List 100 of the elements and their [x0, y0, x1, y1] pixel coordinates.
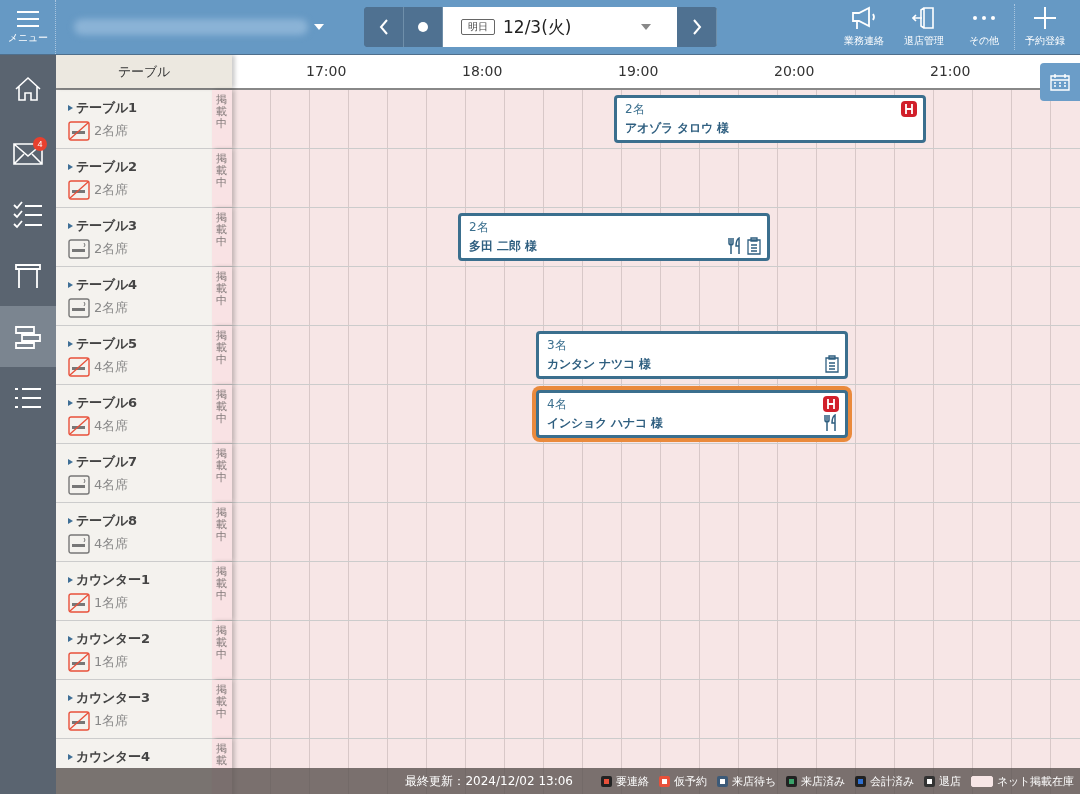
- timeline-icon: [14, 324, 42, 349]
- memo-icon: [747, 237, 761, 255]
- cutlery-icon: [823, 414, 839, 432]
- toolbar-button[interactable]: 業務連絡: [834, 4, 894, 50]
- table-name: カウンター4: [76, 748, 151, 766]
- toolbar-button[interactable]: 予約登録: [1014, 4, 1074, 50]
- seat-count: 1名席: [94, 594, 129, 612]
- unread-badge: 4: [33, 137, 47, 151]
- table-name: テーブル4: [76, 276, 138, 294]
- toolbar-button[interactable]: 退店管理: [894, 4, 954, 50]
- legend-label: 来店済み: [801, 773, 845, 789]
- course-icon: [901, 101, 917, 117]
- seat-count: 2名席: [94, 181, 129, 199]
- chevron-left-icon: [378, 19, 389, 35]
- expand-arrow-icon[interactable]: [68, 400, 73, 406]
- listing-status: 掲載中: [212, 149, 232, 207]
- menu-button[interactable]: メニュー: [0, 0, 56, 54]
- listing-status: 掲載中: [212, 90, 232, 148]
- legend-label: 要連絡: [616, 773, 649, 789]
- mail-icon: [13, 142, 43, 165]
- seat-count: 2名席: [94, 299, 129, 317]
- seat-count: 2名席: [94, 240, 129, 258]
- party-size: 2名: [469, 219, 489, 236]
- expand-arrow-icon[interactable]: [68, 695, 73, 701]
- table-name: カウンター3: [76, 689, 151, 707]
- party-size: 2名: [625, 101, 645, 118]
- seat-count: 1名席: [94, 653, 129, 671]
- party-size: 4名: [547, 396, 567, 413]
- expand-arrow-icon[interactable]: [68, 754, 73, 760]
- date-picker[interactable]: 明日 12/3(火): [443, 7, 677, 47]
- guest-name: アオゾラ タロウ 様: [625, 120, 730, 137]
- listing-status: 掲載中: [212, 680, 232, 738]
- table-name: カウンター2: [76, 630, 151, 648]
- hour-label: 18:00: [462, 63, 503, 79]
- chevron-right-icon: [691, 19, 702, 35]
- course-icon: [823, 396, 839, 412]
- table-name: テーブル8: [76, 512, 138, 530]
- home-icon: [14, 75, 42, 103]
- expand-arrow-icon[interactable]: [68, 282, 73, 288]
- listing-status: 掲載中: [212, 444, 232, 502]
- date-text: 12/3(火): [503, 15, 573, 39]
- sidebar-item[interactable]: [0, 306, 56, 367]
- calendar-icon: [1050, 73, 1070, 91]
- expand-arrow-icon[interactable]: [68, 518, 73, 524]
- toolbar-button[interactable]: その他: [954, 4, 1014, 50]
- list-icon: [14, 385, 42, 410]
- expand-arrow-icon[interactable]: [68, 223, 73, 229]
- expand-arrow-icon[interactable]: [68, 459, 73, 465]
- previous-day-button[interactable]: [364, 7, 404, 47]
- listing-status: 掲載中: [212, 267, 232, 325]
- expand-arrow-icon[interactable]: [68, 636, 73, 642]
- table-name: テーブル3: [76, 217, 138, 235]
- seat-count: 4名席: [94, 476, 129, 494]
- reservation-card[interactable]: 2名 多田 二郎 様: [458, 213, 770, 261]
- seat-count: 4名席: [94, 417, 129, 435]
- exit-door-icon: [912, 6, 936, 30]
- listing-status: 掲載中: [212, 503, 232, 561]
- reservation-card[interactable]: 2名 アオゾラ タロウ 様: [614, 95, 926, 143]
- hour-label: 19:00: [618, 63, 659, 79]
- column-header: テーブル: [56, 55, 232, 88]
- expand-arrow-icon[interactable]: [68, 164, 73, 170]
- seat-count: 4名席: [94, 535, 129, 553]
- sidebar-item[interactable]: 4: [0, 123, 56, 184]
- hour-label: 20:00: [774, 63, 815, 79]
- plus-icon: [1032, 6, 1057, 30]
- expand-arrow-icon[interactable]: [68, 105, 73, 111]
- listing-status: 掲載中: [212, 326, 232, 384]
- dot-icon: [418, 22, 428, 32]
- expand-arrow-icon[interactable]: [68, 341, 73, 347]
- legend-label: 来店待ち: [732, 773, 776, 789]
- last-updated: 最終更新：2024/12/02 13:06: [405, 772, 573, 790]
- listing-status: 掲載中: [212, 621, 232, 679]
- guest-name: 多田 二郎 様: [469, 238, 538, 255]
- listing-status: 掲載中: [212, 208, 232, 266]
- listing-status: 掲載中: [212, 562, 232, 620]
- table-name: テーブル1: [76, 99, 138, 117]
- party-size: 3名: [547, 337, 567, 354]
- legend-label: 退店: [939, 773, 961, 789]
- reservation-card[interactable]: 3名 カンタン ナツコ 様: [536, 331, 848, 379]
- cutlery-icon: [727, 237, 743, 255]
- table-name: テーブル2: [76, 158, 138, 176]
- caret-icon: [641, 24, 651, 30]
- megaphone-icon: [851, 6, 877, 30]
- seat-count: 1名席: [94, 712, 129, 730]
- hour-label: 21:00: [930, 63, 971, 79]
- legend-label: 会計済み: [870, 773, 914, 789]
- legend-label: ネット掲載在庫: [997, 773, 1074, 789]
- hour-label: 17:00: [306, 63, 347, 79]
- more-icon: [972, 16, 996, 20]
- seat-count: 2名席: [94, 122, 129, 140]
- table-name: テーブル7: [76, 453, 138, 471]
- memo-icon: [825, 355, 839, 373]
- guest-name: カンタン ナツコ 様: [547, 356, 652, 373]
- table-name: テーブル5: [76, 335, 138, 353]
- checklist-icon: [13, 200, 43, 229]
- guest-name: インショク ハナコ 様: [547, 415, 664, 432]
- expand-arrow-icon[interactable]: [68, 577, 73, 583]
- day-tag: 明日: [461, 19, 495, 35]
- table-icon: [14, 262, 42, 289]
- legend-label: 仮予約: [674, 773, 707, 789]
